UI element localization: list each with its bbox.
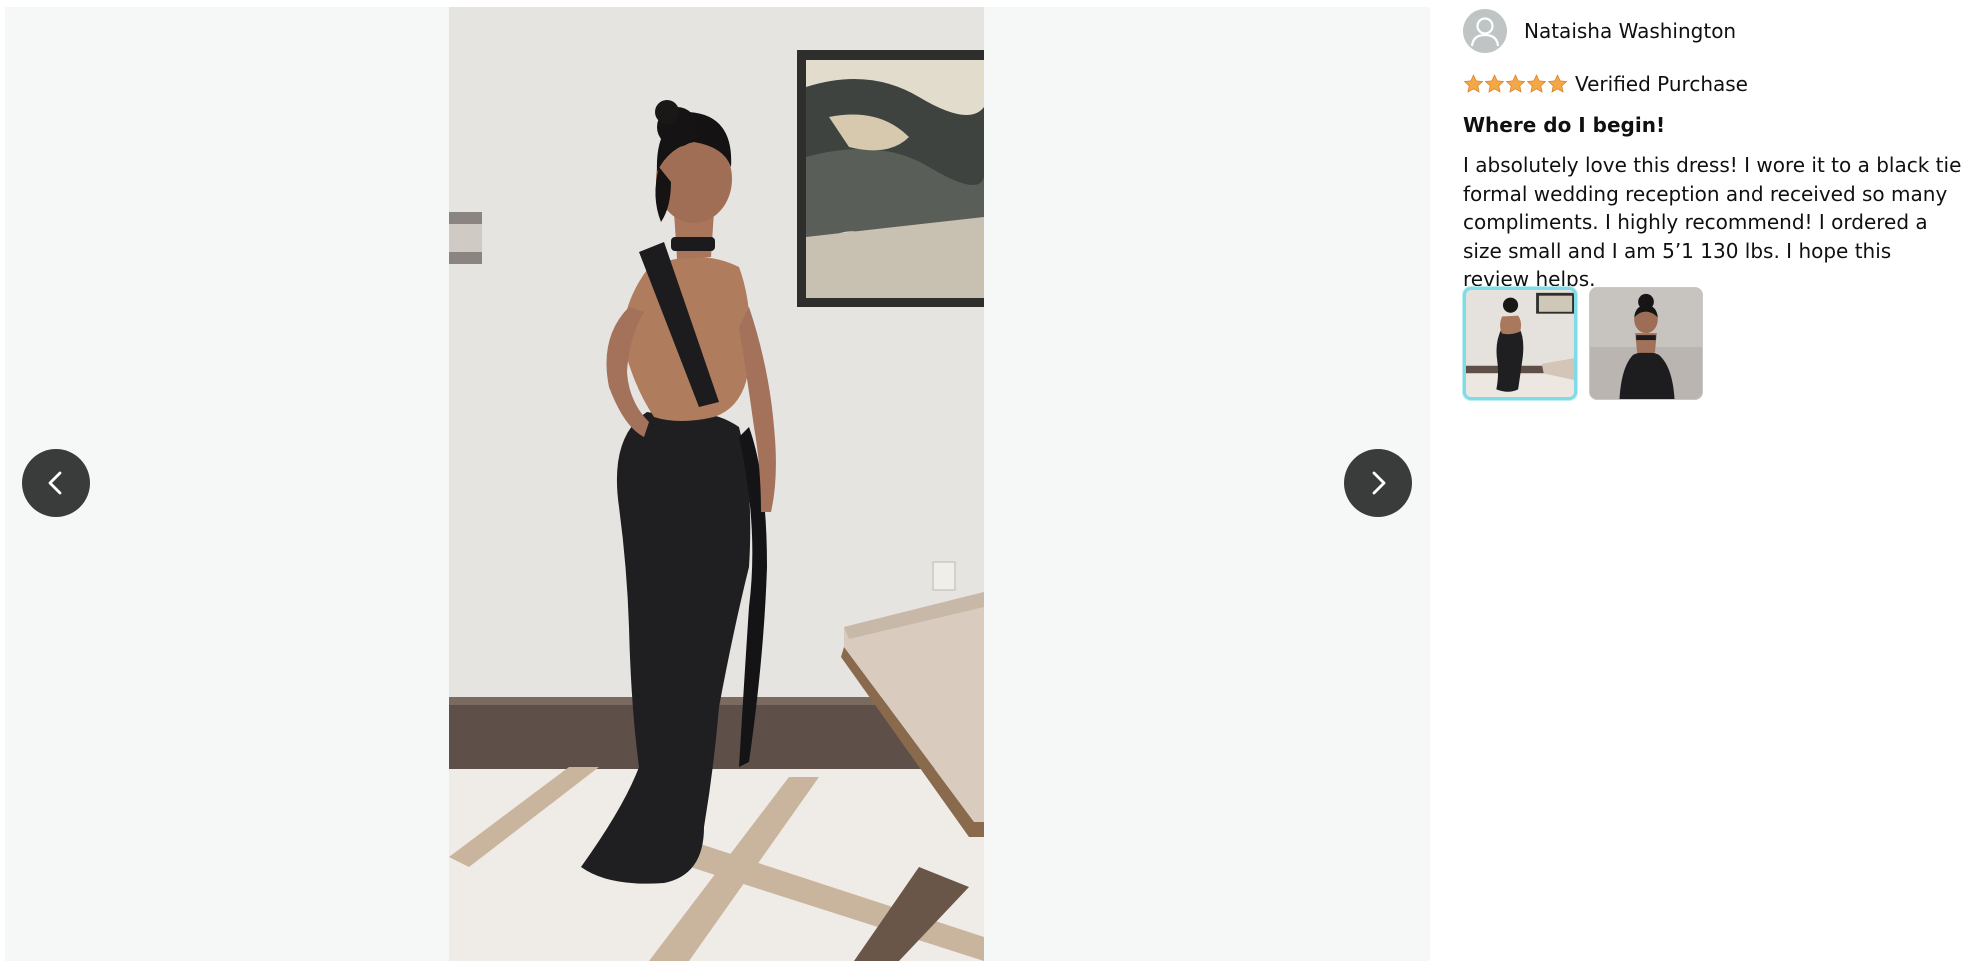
- review-photo: [449, 7, 984, 961]
- star-rating: [1463, 73, 1568, 95]
- chevron-right-icon: [1372, 471, 1386, 495]
- thumbnail-image: [1590, 288, 1702, 399]
- thumbnail-1[interactable]: [1463, 287, 1577, 400]
- review-thumbnails: [1463, 287, 1715, 400]
- review-image-modal: Nataisha Washington Verified Purchase Wh…: [0, 0, 1971, 969]
- star-icon: [1505, 74, 1526, 93]
- verified-purchase-label: Verified Purchase: [1575, 72, 1748, 96]
- thumbnail-image: [1466, 290, 1574, 397]
- review-title: Where do I begin!: [1463, 113, 1666, 137]
- rating-row: Verified Purchase: [1463, 72, 1748, 96]
- image-viewer: [5, 7, 1430, 961]
- previous-image-button[interactable]: [22, 449, 90, 517]
- star-icon: [1547, 74, 1568, 93]
- star-icon: [1526, 74, 1547, 93]
- chevron-left-icon: [48, 471, 62, 495]
- reviewer-profile[interactable]: Nataisha Washington: [1463, 9, 1736, 53]
- next-image-button[interactable]: [1344, 449, 1412, 517]
- thumbnail-2[interactable]: [1589, 287, 1703, 400]
- user-avatar-icon: [1463, 9, 1507, 53]
- star-icon: [1484, 74, 1505, 93]
- reviewer-name: Nataisha Washington: [1524, 19, 1737, 43]
- review-body: I absolutely love this dress! I wore it …: [1463, 153, 1962, 291]
- star-icon: [1463, 74, 1484, 93]
